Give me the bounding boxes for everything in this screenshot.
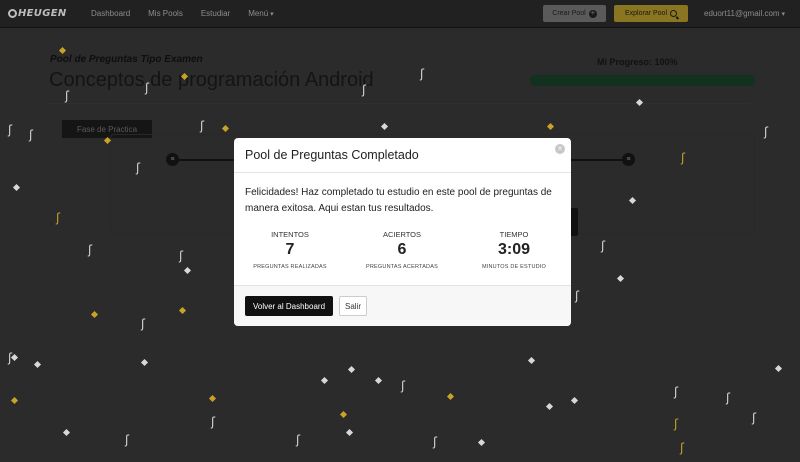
confetti-curl: ʃ <box>674 385 679 399</box>
confetti-curl: ʃ <box>752 411 757 425</box>
pool-title: Conceptos de programación Android <box>49 69 374 91</box>
progress-bar <box>530 75 755 86</box>
confetti-diamond <box>527 356 536 365</box>
confetti-diamond <box>320 376 329 385</box>
pool-subtitle: Pool de Preguntas Tipo Examen <box>50 54 203 65</box>
confetti-diamond <box>345 428 354 437</box>
stat-label: ACIERTOS <box>382 230 422 239</box>
timeline-line-left <box>172 159 236 161</box>
close-icon[interactable]: × <box>555 144 565 154</box>
confetti-diamond <box>635 98 644 107</box>
confetti-diamond <box>90 310 99 319</box>
confetti-curl: ʃ <box>764 125 769 139</box>
confetti-diamond <box>221 124 230 133</box>
stat-label: INTENTOS <box>271 230 309 239</box>
confetti-curl: ʃ <box>145 81 150 95</box>
confetti-curl: ʃ <box>401 379 406 393</box>
confetti-curl: ʃ <box>56 211 61 225</box>
confetti-curl: ʃ <box>65 89 70 103</box>
back-to-dashboard-button[interactable]: Volver al Dashboard <box>245 296 333 316</box>
modal-message: Felicidades! Haz completado tu estudio e… <box>245 187 552 214</box>
confetti-diamond <box>347 365 356 374</box>
stat-attempts: INTENTOS 7 PREGUNTAS REALIZADAS <box>234 230 346 270</box>
stat-caption: PREGUNTAS ACERTADAS <box>366 264 438 270</box>
brand-logo[interactable]: HEUGEN <box>8 7 68 21</box>
timeline-line-right <box>571 159 627 161</box>
results-stats: INTENTOS 7 PREGUNTAS REALIZADAS ACIERTOS… <box>234 230 571 274</box>
plus-circle-icon: + <box>588 9 597 18</box>
completion-modal: Pool de Preguntas Completado × Felicidad… <box>234 138 571 326</box>
confetti-curl: ʃ <box>680 441 685 455</box>
confetti-curl: ʃ <box>200 119 205 133</box>
confetti-diamond <box>339 410 348 419</box>
confetti-curl: ʃ <box>8 123 13 137</box>
confetti-curl: ʃ <box>296 433 301 447</box>
background-button <box>571 208 578 236</box>
stat-value: 3:09 <box>497 241 531 258</box>
create-pool-label: Crear Pool <box>552 10 586 17</box>
search-icon <box>670 10 678 17</box>
confetti-curl: ʃ <box>29 128 34 142</box>
divider <box>49 103 749 104</box>
stat-label: TIEMPO <box>499 230 529 239</box>
confetti-diamond <box>477 438 486 447</box>
stat-value: 6 <box>397 241 407 258</box>
confetti-curl: ʃ <box>420 67 425 81</box>
modal-footer: Volver al Dashboard Salir <box>234 285 571 326</box>
confetti-diamond <box>570 396 579 405</box>
modal-header: Pool de Preguntas Completado <box>234 138 571 173</box>
confetti-curl: ʃ <box>726 391 731 405</box>
logo-mark-icon <box>8 9 17 18</box>
stat-value: 7 <box>285 241 295 258</box>
confetti-diamond <box>380 122 389 131</box>
confetti-curl: ʃ <box>601 239 606 253</box>
confetti-curl: ʃ <box>211 415 216 429</box>
confetti-diamond <box>140 358 149 367</box>
stat-time: TIEMPO 3:09 MINUTOS DE ESTUDIO <box>458 230 570 270</box>
confetti-diamond <box>545 402 554 411</box>
confetti-diamond <box>178 306 187 315</box>
timeline-start-icon: ≡ <box>166 153 179 166</box>
confetti-curl: ʃ <box>179 249 184 263</box>
modal-title: Pool de Preguntas Completado <box>245 148 419 162</box>
stat-correct: ACIERTOS 6 PREGUNTAS ACERTADAS <box>346 230 458 270</box>
confetti-curl: ʃ <box>433 435 438 449</box>
confetti-curl: ʃ <box>125 433 130 447</box>
nav-dashboard[interactable]: Dashboard <box>82 9 139 18</box>
stat-caption: MINUTOS DE ESTUDIO <box>481 264 546 270</box>
nav-estudiar[interactable]: Estudiar <box>192 9 239 18</box>
confetti-curl: ʃ <box>136 161 141 175</box>
explore-pool-button[interactable]: Explorar Pool <box>614 5 688 22</box>
confetti-curl: ʃ <box>681 151 686 165</box>
confetti-diamond <box>546 122 555 131</box>
progress-label: Mi Progreso: 100% <box>597 57 678 67</box>
confetti-diamond <box>374 376 383 385</box>
explore-pool-label: Explorar Pool <box>624 10 668 17</box>
confetti-curl: ʃ <box>575 289 580 303</box>
exit-button[interactable]: Salir <box>339 296 367 316</box>
confetti-diamond <box>208 394 217 403</box>
confetti-diamond <box>616 274 625 283</box>
nav-mis-pools[interactable]: Mis Pools <box>139 9 192 18</box>
confetti-diamond <box>33 360 42 369</box>
confetti-curl: ʃ <box>362 83 367 97</box>
confetti-curl: ʃ <box>674 417 679 431</box>
confetti-diamond <box>10 396 19 405</box>
timeline-end-icon: ≡ <box>622 153 635 166</box>
nav-menu-dropdown[interactable]: Menú <box>239 9 282 18</box>
nav-links: Dashboard Mis Pools Estudiar Menú <box>82 9 283 18</box>
progress-bar-fill <box>530 75 755 86</box>
confetti-curl: ʃ <box>141 317 146 331</box>
create-pool-button[interactable]: Crear Pool + <box>543 5 606 22</box>
user-menu[interactable]: eduort11@gmail.com <box>704 9 785 18</box>
stat-caption: PREGUNTAS REALIZADAS <box>253 264 327 270</box>
confetti-diamond <box>62 428 71 437</box>
confetti-diamond <box>183 266 192 275</box>
confetti-diamond <box>774 364 783 373</box>
confetti-diamond <box>58 46 67 55</box>
confetti-curl: ʃ <box>88 243 93 257</box>
confetti-diamond <box>446 392 455 401</box>
confetti-diamond <box>12 183 21 192</box>
brand-text: HEUGEN <box>18 8 67 19</box>
